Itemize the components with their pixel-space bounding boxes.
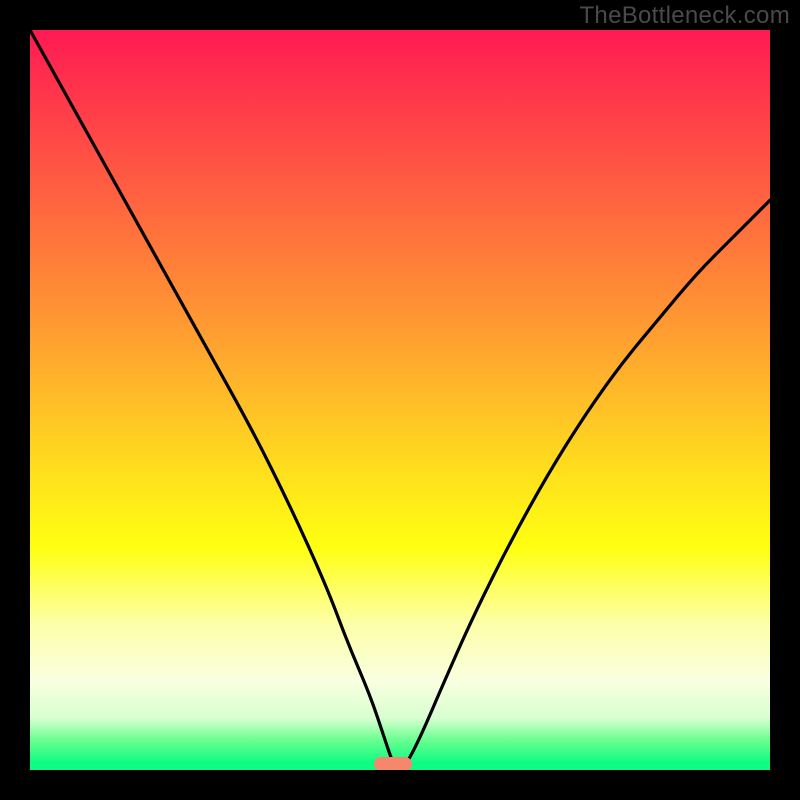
chart-frame: TheBottleneck.com: [0, 0, 800, 800]
bottleneck-curve: [30, 30, 770, 768]
optimal-point-marker: [374, 757, 412, 770]
watermark-text: TheBottleneck.com: [579, 2, 790, 30]
curve-svg: [30, 30, 770, 770]
plot-area: [30, 30, 770, 770]
